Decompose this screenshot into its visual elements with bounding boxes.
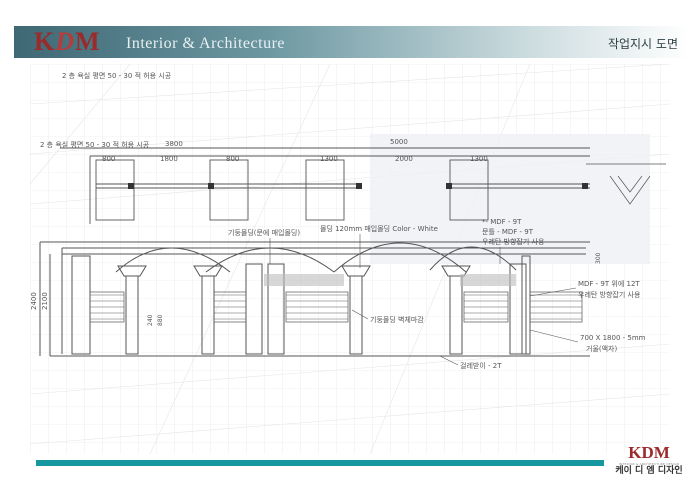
dim-plan-1: 3800 (165, 140, 183, 148)
dim-row-6: 1300 (470, 155, 488, 163)
footer-company-name: 케이 디 엠 디자인 (615, 466, 683, 476)
dim-inner-1: 240 (147, 314, 154, 326)
dim-inner-2: 880 (157, 314, 164, 326)
document-title: 작업지시 도면 (607, 37, 678, 51)
dim-row-4: 1300 (320, 155, 338, 163)
dim-row-5: 2000 (395, 155, 413, 163)
footer-logo-mark: KDM (628, 443, 670, 462)
note-pillar: 기둥몰딩 벽체마감 (370, 315, 424, 324)
dim-height-inner: 2100 (41, 292, 49, 310)
header-subtitle: Interior & Architecture (126, 35, 285, 52)
kdm-logo: KDM (34, 27, 101, 56)
header-banner (14, 26, 690, 58)
note-size-1: 700 X 1800 - 5mm (580, 334, 646, 342)
dim-row-2: 1800 (160, 155, 178, 163)
dim-row-3: 800 (226, 155, 239, 163)
faint-note-top: 2 층 욕실 평면 50 - 30 적 허용 시공 (62, 71, 172, 80)
elevation-drawing: 2 층 욕실 평면 50 - 30 적 허용 시공 2 층 욕실 평면 50 -… (30, 64, 670, 454)
footer-bar (36, 460, 604, 466)
note-wall-2: 우레탄 방향잡기 사용 (578, 290, 641, 299)
page: KDM Interior & Architecture 작업지시 도면 2 층 … (0, 0, 700, 494)
footer-logo: KDM INTERIOR & ARCHITECTURE DESIGN 케이 디 … (614, 444, 684, 477)
note-size-2: 거울(액자) (586, 344, 617, 353)
dim-height-total: 2400 (30, 292, 38, 310)
note-column-molding: 기둥몰딩(문에 매입몰딩) (228, 228, 300, 237)
note-mdf-2: 문틀 - MDF - 9T (482, 228, 534, 236)
note-wall-1: MDF - 9T 위에 12T (578, 279, 640, 288)
dim-right: 300 (595, 252, 602, 264)
note-cornice: 몰딩 120mm 매입몰딩 Color - White (320, 224, 438, 233)
dim-plan-2: 5000 (390, 138, 408, 146)
note-baseboard: 걸레받이 - 2T (460, 361, 502, 370)
note-mdf-3: 우레탄 방향잡기 사용 (482, 237, 545, 246)
note-mdf-1: *- MDF - 9T (482, 218, 522, 226)
dim-row-1: 800 (102, 155, 115, 163)
